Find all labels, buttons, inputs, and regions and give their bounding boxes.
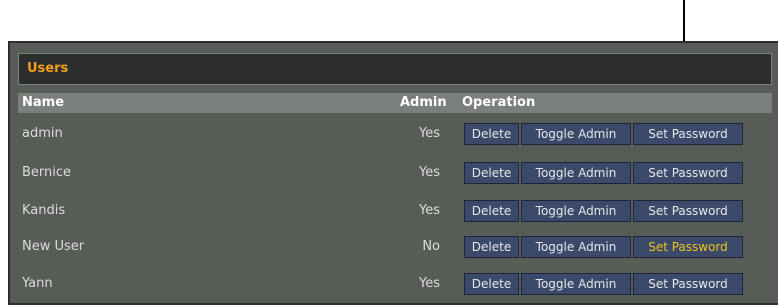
column-header-admin: Admin [400,95,447,110]
user-admin-status: Yes [419,203,440,218]
table-row: admin Yes Delete Toggle Admin Set Passwo… [18,115,772,152]
user-name: Bernice [22,165,72,180]
table-row: Kandis Yes Delete Toggle Admin Set Passw… [18,192,772,229]
set-password-button[interactable]: Set Password [633,200,743,222]
table-row: Yann Yes Delete Toggle Admin Set Passwor… [18,265,772,302]
toggle-admin-button[interactable]: Toggle Admin [521,273,631,295]
toggle-admin-button[interactable]: Toggle Admin [521,236,631,258]
toggle-admin-button[interactable]: Toggle Admin [521,200,631,222]
user-name: admin [22,126,63,141]
panel-title: Users [18,53,772,85]
delete-button[interactable]: Delete [464,236,519,258]
table-row: New User No Delete Toggle Admin Set Pass… [18,228,772,265]
users-panel: Users Name Admin Operation admin Yes Del… [8,41,778,305]
user-admin-status: No [422,239,440,254]
delete-button[interactable]: Delete [464,200,519,222]
column-header-operation: Operation [462,95,536,110]
column-header-name: Name [22,95,65,110]
delete-button[interactable]: Delete [464,123,519,145]
user-admin-status: Yes [419,165,440,180]
table-row: Bernice Yes Delete Toggle Admin Set Pass… [18,154,772,191]
set-password-button[interactable]: Set Password [633,123,743,145]
toggle-admin-button[interactable]: Toggle Admin [521,162,631,184]
toggle-admin-button[interactable]: Toggle Admin [521,123,631,145]
set-password-button[interactable]: Set Password [633,162,743,184]
delete-button[interactable]: Delete [464,162,519,184]
user-admin-status: Yes [419,276,440,291]
user-name: Kandis [22,203,66,218]
delete-button[interactable]: Delete [464,273,519,295]
table-header: Name Admin Operation [18,93,772,113]
set-password-button[interactable]: Set Password [633,273,743,295]
user-admin-status: Yes [419,126,440,141]
set-password-button[interactable]: Set Password [633,236,743,258]
user-name: New User [22,239,85,254]
user-name: Yann [22,276,53,291]
